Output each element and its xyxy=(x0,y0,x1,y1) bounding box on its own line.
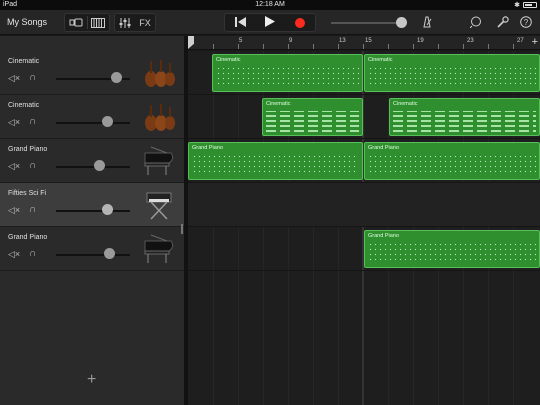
audio-region[interactable]: Cinematic xyxy=(364,54,540,92)
audio-region[interactable]: Grand Piano xyxy=(364,230,540,268)
audio-region[interactable]: Grand Piano xyxy=(188,142,363,180)
region-name: Cinematic xyxy=(266,101,291,107)
playhead-marker[interactable] xyxy=(188,36,194,49)
track-volume-knob[interactable] xyxy=(104,248,115,259)
track-name: Fifties Sci Fi xyxy=(8,190,47,197)
mute-icon[interactable]: ◁× xyxy=(8,205,20,216)
region-notes xyxy=(393,111,536,132)
audio-region[interactable]: Cinematic xyxy=(212,54,363,92)
track-lane[interactable]: Cinematic Cinematic xyxy=(188,95,540,139)
fx-button[interactable]: FX xyxy=(135,14,155,31)
master-volume-knob[interactable] xyxy=(396,17,407,28)
mute-icon[interactable]: ◁× xyxy=(8,161,20,172)
region-notes xyxy=(216,66,359,88)
tracks-area[interactable]: Cinematic Cinematic Cinematic Cinematic … xyxy=(188,51,540,405)
region-name: Grand Piano xyxy=(192,145,223,151)
region-notes xyxy=(368,154,536,176)
track-header[interactable]: Grand Piano ◁× ∩ xyxy=(0,139,186,183)
ruler-bar-label: 13 xyxy=(339,38,346,44)
status-bar: iPad 12:18 AM ✱ xyxy=(0,0,540,10)
strings-icon xyxy=(145,60,175,87)
status-icons: ✱ xyxy=(514,1,537,9)
track-volume-slider[interactable] xyxy=(56,166,130,168)
ruler-bar-label: 23 xyxy=(467,38,474,44)
bluetooth-icon: ✱ xyxy=(514,2,520,9)
track-name: Cinematic xyxy=(8,102,40,109)
ruler-bar-label: 15 xyxy=(365,38,372,44)
metronome-icon[interactable] xyxy=(421,16,433,32)
headphones-icon[interactable]: ∩ xyxy=(29,72,36,83)
tracks-view-icon[interactable] xyxy=(65,14,87,31)
track-volume-knob[interactable] xyxy=(94,160,105,171)
view-toggle-group xyxy=(64,13,110,32)
region-notes xyxy=(368,66,536,88)
svg-text:?: ? xyxy=(524,18,529,27)
mute-icon[interactable]: ◁× xyxy=(8,117,20,128)
strings-icon xyxy=(145,104,175,131)
ruler-bar-label: 9 xyxy=(289,38,293,44)
track-header[interactable]: Grand Piano ◁× ∩ xyxy=(0,227,186,271)
ruler-bar-label: 27 xyxy=(517,38,524,44)
clock: 12:18 AM xyxy=(255,1,285,8)
track-volume-knob[interactable] xyxy=(102,204,113,215)
mute-icon[interactable]: ◁× xyxy=(8,249,20,260)
headphones-icon[interactable]: ∩ xyxy=(29,160,36,171)
my-songs-button[interactable]: My Songs xyxy=(7,17,47,27)
region-name: Cinematic xyxy=(393,101,418,107)
grand-piano-icon xyxy=(144,146,174,175)
track-lane[interactable]: Grand Piano Grand Piano xyxy=(188,139,540,183)
transport-controls xyxy=(224,13,316,32)
region-name: Grand Piano xyxy=(368,233,399,239)
keyboard-icon xyxy=(146,192,172,220)
headphones-icon[interactable]: ∩ xyxy=(29,116,36,127)
track-lane[interactable]: Grand Piano xyxy=(188,227,540,271)
mixer-sliders-icon[interactable] xyxy=(115,14,135,31)
track-lane-selected[interactable] xyxy=(188,183,540,227)
track-name: Grand Piano xyxy=(8,146,48,153)
add-section-button[interactable]: + xyxy=(532,36,538,48)
toolbar: My Songs FX ? xyxy=(0,10,540,35)
grand-piano-icon xyxy=(144,234,174,263)
loops-icon[interactable] xyxy=(469,16,482,32)
track-header-selected[interactable]: Fifties Sci Fi ◁× ∩ xyxy=(0,183,186,227)
region-notes xyxy=(368,242,536,264)
audio-region[interactable]: Cinematic xyxy=(389,98,540,136)
mute-icon[interactable]: ◁× xyxy=(8,73,20,84)
headphones-icon[interactable]: ∩ xyxy=(29,204,36,215)
track-volume-knob[interactable] xyxy=(102,116,113,127)
track-header[interactable]: Cinematic ◁× ∩ xyxy=(0,51,186,95)
headphones-icon[interactable]: ∩ xyxy=(29,248,36,259)
track-name: Cinematic xyxy=(8,58,40,65)
track-volume-slider[interactable] xyxy=(56,210,130,212)
track-name: Grand Piano xyxy=(8,234,48,241)
record-icon[interactable] xyxy=(295,17,306,28)
play-icon[interactable] xyxy=(265,14,276,32)
master-volume-slider[interactable] xyxy=(331,22,401,24)
battery-icon xyxy=(523,2,537,8)
region-name: Grand Piano xyxy=(368,145,399,151)
ruler-bar-label: 19 xyxy=(417,38,424,44)
audio-region[interactable]: Grand Piano xyxy=(364,142,540,180)
track-volume-knob[interactable] xyxy=(111,72,122,83)
audio-region[interactable]: Cinematic xyxy=(262,98,363,136)
track-lane[interactable]: Cinematic Cinematic xyxy=(188,51,540,95)
region-name: Cinematic xyxy=(368,57,393,63)
track-headers: Cinematic ◁× ∩ Cinematic ◁× ∩ Grand Pian… xyxy=(0,36,186,405)
wrench-icon[interactable] xyxy=(497,16,509,32)
mixer-fx-group: FX xyxy=(114,13,156,32)
timeline-ruler[interactable]: 5 9 13 15 19 23 27 + xyxy=(188,36,540,50)
keyboard-view-icon[interactable] xyxy=(88,14,110,31)
track-volume-slider[interactable] xyxy=(56,254,130,256)
region-notes xyxy=(192,154,359,176)
region-notes xyxy=(266,111,359,132)
go-to-beginning-icon[interactable] xyxy=(234,14,246,32)
region-name: Cinematic xyxy=(216,57,241,63)
help-icon[interactable]: ? xyxy=(520,16,532,32)
add-track-button[interactable]: + xyxy=(87,371,96,389)
resize-grip[interactable] xyxy=(181,224,183,234)
ruler-bar-label: 5 xyxy=(239,38,243,44)
track-volume-slider[interactable] xyxy=(56,122,130,124)
track-header[interactable]: Cinematic ◁× ∩ xyxy=(0,95,186,139)
